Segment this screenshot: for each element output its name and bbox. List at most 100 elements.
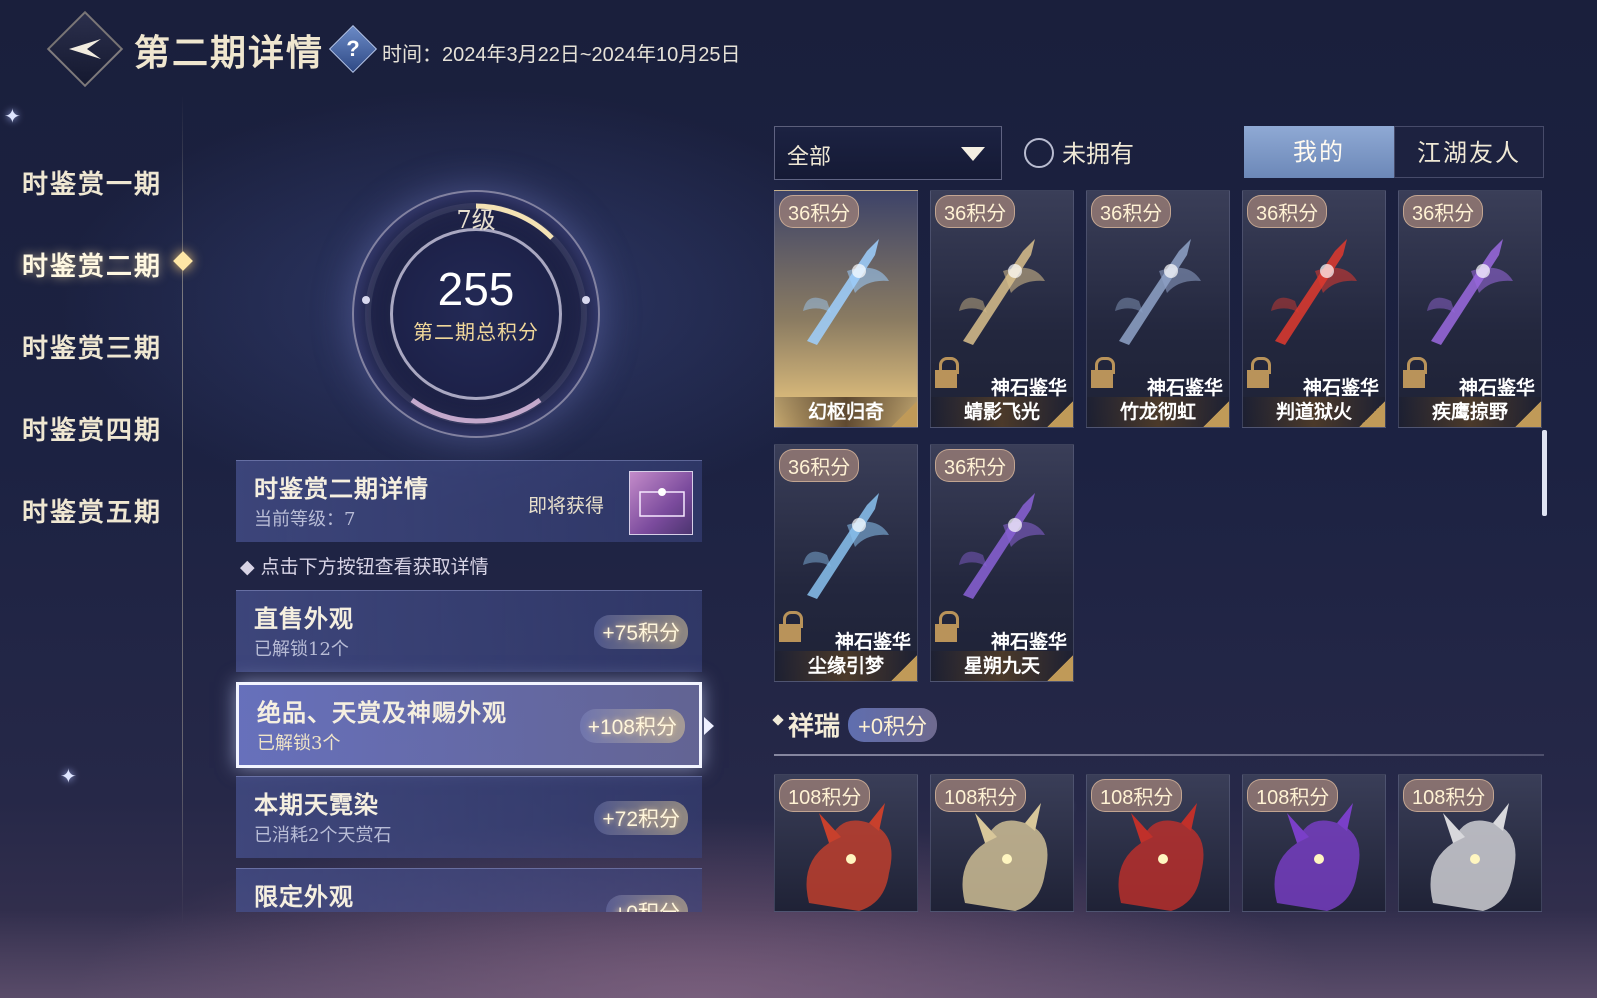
help-icon[interactable]: ? <box>328 24 378 74</box>
item-points: 36积分 <box>779 449 860 482</box>
time-range: 时间：2024年3月22日~2024年10月25日 <box>382 44 741 66</box>
category-dye[interactable]: 本期天霓染 已消耗2个天赏石 +72积分 <box>236 776 702 858</box>
item-card[interactable]: 36积分 幻枢归奇 <box>774 190 918 428</box>
corner-ornament-icon <box>1047 655 1073 681</box>
mount-card[interactable]: 108积分 <box>930 774 1074 912</box>
upcoming-reward-thumbnail[interactable] <box>629 471 693 535</box>
item-series: 神石鉴华 <box>990 631 1067 653</box>
item-series: 神石鉴华 <box>1302 377 1379 399</box>
level-label: 7级 <box>456 206 496 234</box>
item-points: 108积分 <box>779 779 871 812</box>
points-badge: +108积分 <box>579 709 685 743</box>
weapon-art-icon <box>959 239 1045 345</box>
background-glow <box>0 910 1597 998</box>
lock-icon <box>935 611 959 643</box>
weapon-art-icon <box>803 239 889 345</box>
item-card[interactable]: 36积分 神石鉴华 疾鹰掠野 <box>1398 190 1542 428</box>
category-subtitle: 已解锁3个 <box>257 733 341 754</box>
section-bullet-icon <box>772 714 784 726</box>
weapon-art-icon <box>1115 239 1201 345</box>
item-card[interactable]: 36积分 神石鉴华 尘缘引梦 <box>774 444 918 682</box>
sparkle-icon: ✦ <box>60 764 77 788</box>
mount-card[interactable]: 108积分 <box>1242 774 1386 912</box>
weapon-art-icon <box>1427 239 1513 345</box>
not-owned-label[interactable]: 未拥有 <box>1062 134 1134 169</box>
nav-item-period-4[interactable]: 时鉴赏四期 <box>22 410 162 447</box>
lock-icon <box>1403 357 1427 389</box>
mount-card[interactable]: 108积分 <box>774 774 918 912</box>
reward-frame-icon <box>639 488 685 517</box>
item-points: 36积分 <box>779 195 860 228</box>
tab-friends[interactable]: 江湖友人 <box>1394 126 1544 178</box>
points-badge: +0积分 <box>606 895 688 912</box>
active-marker-icon <box>173 251 193 271</box>
lock-icon <box>1091 357 1115 389</box>
scrollbar[interactable] <box>1542 430 1547 516</box>
section-points-badge: +0积分 <box>848 708 938 742</box>
current-level: 当前等级：7 <box>254 509 356 530</box>
item-card[interactable]: 36积分 神石鉴华 竹龙彻虹 <box>1086 190 1230 428</box>
item-points: 108积分 <box>1403 779 1495 812</box>
item-points: 36积分 <box>935 449 1016 482</box>
tab-mine[interactable]: 我的 <box>1244 126 1394 178</box>
item-series: 神石鉴华 <box>834 631 911 653</box>
nav-item-period-2[interactable]: 时鉴赏二期 <box>22 246 162 283</box>
nav-item-period-1[interactable]: 时鉴赏一期 <box>22 164 162 201</box>
corner-ornament-icon <box>891 401 917 427</box>
category-title: 绝品、天赏及神赐外观 <box>257 698 507 727</box>
nav-item-period-5[interactable]: 时鉴赏五期 <box>22 492 162 529</box>
category-premium[interactable]: 绝品、天赏及神赐外观 已解锁3个 +108积分 <box>236 682 702 768</box>
period-details-card[interactable]: 时鉴赏二期详情 当前等级：7 即将获得 <box>236 460 702 542</box>
section-divider <box>774 754 1544 756</box>
back-arrow-icon <box>69 39 101 59</box>
mount-card[interactable]: 108积分 <box>1398 774 1542 912</box>
category-title: 直售外观 <box>254 604 354 633</box>
page-title: 第二期详情 <box>134 32 325 74</box>
item-points: 108积分 <box>935 779 1027 812</box>
item-card[interactable]: 36积分 神石鉴华 蜻影飞光 <box>930 190 1074 428</box>
mount-art-icon <box>1118 803 1204 911</box>
item-card[interactable]: 36积分 神石鉴华 判道狱火 <box>1242 190 1386 428</box>
chevron-down-icon <box>961 147 985 161</box>
score-caption: 第二期总积分 <box>413 320 539 344</box>
back-button[interactable] <box>46 10 124 88</box>
dropdown-value: 全部 <box>787 145 832 170</box>
item-series: 神石鉴华 <box>990 377 1067 399</box>
mount-card[interactable]: 108积分 <box>1086 774 1230 912</box>
weapon-art-icon <box>959 493 1045 599</box>
corner-ornament-icon <box>1515 401 1541 427</box>
category-limited[interactable]: 限定外观 +0积分 <box>236 868 702 912</box>
total-score: 255 <box>437 263 515 315</box>
lock-icon <box>1247 357 1271 389</box>
corner-ornament-icon <box>1359 401 1385 427</box>
nav-item-period-3[interactable]: 时鉴赏三期 <box>22 328 162 365</box>
item-card[interactable]: 36积分 神石鉴华 星朔九天 <box>930 444 1074 682</box>
not-owned-radio[interactable] <box>1024 138 1054 168</box>
lock-icon <box>935 357 959 389</box>
sparkle-icon: ✦ <box>4 104 21 128</box>
item-points: 36积分 <box>1247 195 1328 228</box>
weapon-art-icon <box>1271 239 1357 345</box>
hint-text: ◆ 点击下方按钮查看获取详情 <box>240 556 489 578</box>
section-title: 祥瑞 <box>788 712 841 742</box>
points-badge: +72积分 <box>594 801 688 835</box>
item-points: 108积分 <box>1247 779 1339 812</box>
category-title: 限定外观 <box>254 882 354 911</box>
mount-art-icon <box>1274 803 1360 911</box>
lock-icon <box>779 611 803 643</box>
points-badge: +75积分 <box>594 615 688 649</box>
upcoming-label: 即将获得 <box>528 495 605 517</box>
mount-art-icon <box>1430 803 1516 911</box>
item-points: 36积分 <box>1403 195 1484 228</box>
category-direct-sale[interactable]: 直售外观 已解锁12个 +75积分 <box>236 590 702 672</box>
corner-ornament-icon <box>1203 401 1229 427</box>
selected-arrow-icon <box>704 717 714 735</box>
category-title: 本期天霓染 <box>254 790 379 819</box>
corner-ornament-icon <box>891 655 917 681</box>
item-points: 36积分 <box>935 195 1016 228</box>
category-subtitle: 已解锁12个 <box>254 639 349 660</box>
filter-dropdown[interactable]: 全部 <box>774 126 1002 180</box>
item-points: 36积分 <box>1091 195 1172 228</box>
item-series: 神石鉴华 <box>1146 377 1223 399</box>
corner-ornament-icon <box>1047 401 1073 427</box>
